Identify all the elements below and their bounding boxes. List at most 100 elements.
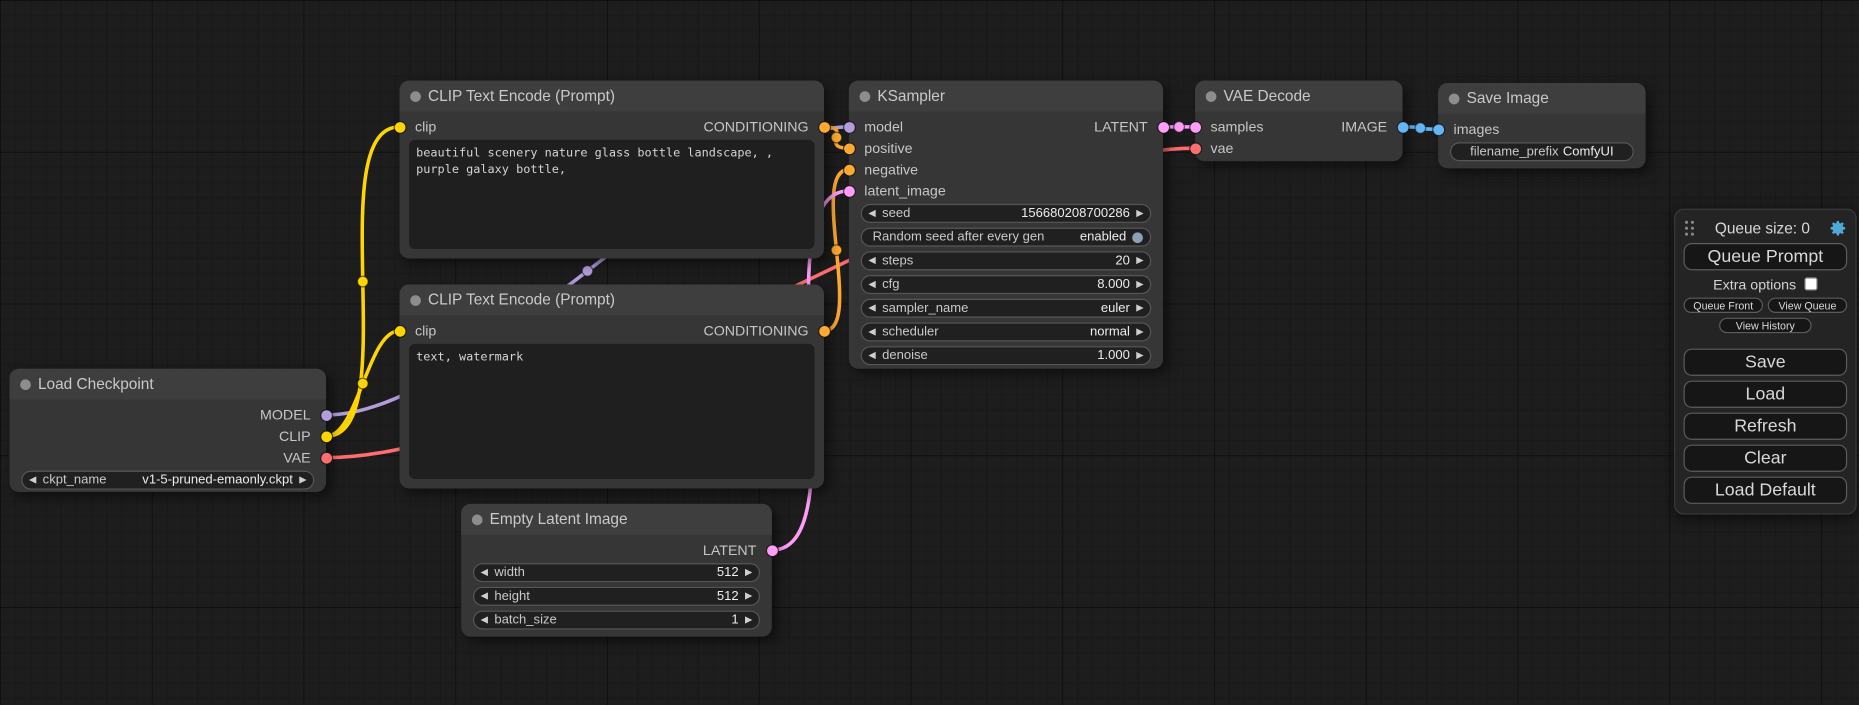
port-dot-clip xyxy=(394,325,405,336)
port-label: positive xyxy=(864,140,912,157)
widget-decrement-arrow[interactable]: ◀ xyxy=(862,276,882,293)
output-port-CONDITIONING[interactable]: CONDITIONING xyxy=(703,116,824,137)
widget-increment-arrow[interactable]: ▶ xyxy=(1130,347,1150,364)
node-empty-latent-image[interactable]: Empty Latent Image LATENT ◀width512▶ ◀heigh… xyxy=(461,504,772,637)
widget-filename_prefix[interactable]: filename_prefixComfyUI xyxy=(1450,142,1634,161)
widget-label: Random seed after every gen xyxy=(873,230,1045,244)
load-default-button[interactable]: Load Default xyxy=(1684,477,1848,504)
output-port-IMAGE[interactable]: IMAGE xyxy=(1341,116,1402,137)
port-label: images xyxy=(1454,121,1500,138)
queue-prompt-button[interactable]: Queue Prompt xyxy=(1684,243,1848,270)
refresh-button[interactable]: Refresh xyxy=(1684,413,1848,440)
widget-ckpt_name[interactable]: ◀ckpt_namev1-5-pruned-emaonly.ckpt▶ xyxy=(21,471,314,490)
queue-panel: Queue size: 0 Queue Prompt Extra options… xyxy=(1674,209,1857,515)
output-port-CLIP[interactable]: CLIP xyxy=(279,426,326,447)
widget-increment-arrow[interactable]: ▶ xyxy=(1130,205,1150,222)
input-port-vae[interactable]: vae xyxy=(1195,138,1233,159)
settings-gear-icon[interactable] xyxy=(1829,219,1847,237)
input-port-clip[interactable]: clip xyxy=(400,116,437,137)
input-port-latent_image[interactable]: latent_image xyxy=(849,180,946,201)
extra-options-checkbox[interactable] xyxy=(1804,277,1817,290)
port-dot-vae xyxy=(321,452,332,463)
load-button[interactable]: Load xyxy=(1684,381,1848,408)
port-dot-clip xyxy=(394,122,405,133)
widget-decrement-arrow[interactable]: ◀ xyxy=(474,564,494,581)
node-ksampler[interactable]: KSampler model positive negativelatent_imag… xyxy=(849,81,1163,369)
widget-label: filename_prefix xyxy=(1470,145,1558,159)
node-vae-decode[interactable]: VAE Decode samplesvae IMAGE xyxy=(1195,81,1402,162)
node-clip-text-encode-negative[interactable]: CLIP Text Encode (Prompt) clip CONDITIONIN… xyxy=(400,285,824,489)
widget-decrement-arrow[interactable]: ◀ xyxy=(862,347,882,364)
widget-decrement-arrow[interactable]: ◀ xyxy=(474,588,494,605)
widget-decrement-arrow[interactable]: ◀ xyxy=(862,253,882,270)
widget-label: width xyxy=(494,566,524,580)
node-title-bar[interactable]: CLIP Text Encode (Prompt) xyxy=(400,285,824,316)
queue-size-label: Queue size: 0 xyxy=(1695,219,1829,237)
widget-increment-arrow[interactable]: ▶ xyxy=(293,472,313,489)
output-port-MODEL[interactable]: MODEL xyxy=(260,404,326,425)
node-title-bar[interactable]: KSampler xyxy=(849,81,1163,112)
widget-decrement-arrow[interactable]: ◀ xyxy=(23,472,43,489)
input-port-images[interactable]: images xyxy=(1438,119,1499,140)
node-load-checkpoint[interactable]: Load Checkpoint MODELCLIPVAE ◀ckpt_namev1-… xyxy=(9,369,326,492)
input-port-clip[interactable]: clip xyxy=(400,320,437,341)
widget-scheduler[interactable]: ◀schedulernormal▶ xyxy=(861,322,1151,341)
prompt-textarea[interactable]: text, watermark xyxy=(409,344,814,479)
widget-height[interactable]: ◀height512▶ xyxy=(473,587,760,606)
widget-decrement-arrow[interactable]: ◀ xyxy=(474,612,494,629)
widget-decrement-arrow[interactable]: ◀ xyxy=(862,324,882,341)
output-port-LATENT[interactable]: LATENT xyxy=(703,539,772,560)
input-port-samples[interactable]: samples xyxy=(1195,116,1263,137)
toggle-knob[interactable] xyxy=(1132,232,1143,243)
widget-increment-arrow[interactable]: ▶ xyxy=(739,564,759,581)
node-title-bar[interactable]: Save Image xyxy=(1438,83,1645,114)
node-title-bar[interactable]: Load Checkpoint xyxy=(9,369,326,400)
port-dot-latent xyxy=(1190,122,1201,133)
node-save-image[interactable]: Save Image images filename_prefixComfyUI xyxy=(1438,83,1645,168)
clear-button[interactable]: Clear xyxy=(1684,445,1848,472)
node-title-bar[interactable]: Empty Latent Image xyxy=(461,504,772,535)
widget-value: 1 xyxy=(557,613,739,627)
collapse-dot[interactable] xyxy=(410,91,421,102)
node-graph-canvas[interactable]: Queue size: 0 Queue Prompt Extra options… xyxy=(0,0,1859,705)
widget-increment-arrow[interactable]: ▶ xyxy=(1130,276,1150,293)
output-port-LATENT[interactable]: LATENT xyxy=(1094,116,1163,137)
prompt-textarea[interactable]: beautiful scenery nature glass bottle la… xyxy=(409,140,814,249)
widget-batch_size[interactable]: ◀batch_size1▶ xyxy=(473,611,760,630)
widget-increment-arrow[interactable]: ▶ xyxy=(1130,324,1150,341)
widget-increment-arrow[interactable]: ▶ xyxy=(739,588,759,605)
widget-increment-arrow[interactable]: ▶ xyxy=(739,612,759,629)
port-dot-image xyxy=(1433,124,1444,135)
output-port-CONDITIONING[interactable]: CONDITIONING xyxy=(703,320,824,341)
view-queue-button[interactable]: View Queue xyxy=(1768,298,1847,313)
view-history-button[interactable]: View History xyxy=(1720,318,1812,333)
widget-increment-arrow[interactable]: ▶ xyxy=(1130,300,1150,317)
collapse-dot[interactable] xyxy=(1206,91,1217,102)
widget-sampler_name[interactable]: ◀sampler_nameeuler▶ xyxy=(861,299,1151,318)
node-clip-text-encode-positive[interactable]: CLIP Text Encode (Prompt) clip CONDITIONIN… xyxy=(400,81,824,259)
input-port-negative[interactable]: negative xyxy=(849,159,918,180)
widget-random-seed-after-every-gen[interactable]: Random seed after every genenabled xyxy=(861,228,1151,247)
widget-label: sampler_name xyxy=(882,301,968,315)
input-port-model[interactable]: model xyxy=(849,116,903,137)
widget-decrement-arrow[interactable]: ◀ xyxy=(862,300,882,317)
collapse-dot[interactable] xyxy=(472,514,483,525)
widget-cfg[interactable]: ◀cfg8.000▶ xyxy=(861,275,1151,294)
collapse-dot[interactable] xyxy=(20,379,31,390)
queue-front-button[interactable]: Queue Front xyxy=(1684,298,1763,313)
widget-increment-arrow[interactable]: ▶ xyxy=(1130,253,1150,270)
widget-steps[interactable]: ◀steps20▶ xyxy=(861,251,1151,270)
widget-decrement-arrow[interactable]: ◀ xyxy=(862,205,882,222)
widget-denoise[interactable]: ◀denoise1.000▶ xyxy=(861,346,1151,365)
node-title-bar[interactable]: VAE Decode xyxy=(1195,81,1402,112)
collapse-dot[interactable] xyxy=(410,295,421,306)
node-title-bar[interactable]: CLIP Text Encode (Prompt) xyxy=(400,81,824,112)
input-port-positive[interactable]: positive xyxy=(849,138,913,159)
widget-width[interactable]: ◀width512▶ xyxy=(473,563,760,582)
widget-seed[interactable]: ◀seed156680208700286▶ xyxy=(861,204,1151,223)
collapse-dot[interactable] xyxy=(1449,93,1460,104)
drag-handle-icon[interactable] xyxy=(1684,219,1696,237)
collapse-dot[interactable] xyxy=(860,91,871,102)
save-button[interactable]: Save xyxy=(1684,349,1848,376)
output-port-VAE[interactable]: VAE xyxy=(283,447,326,468)
